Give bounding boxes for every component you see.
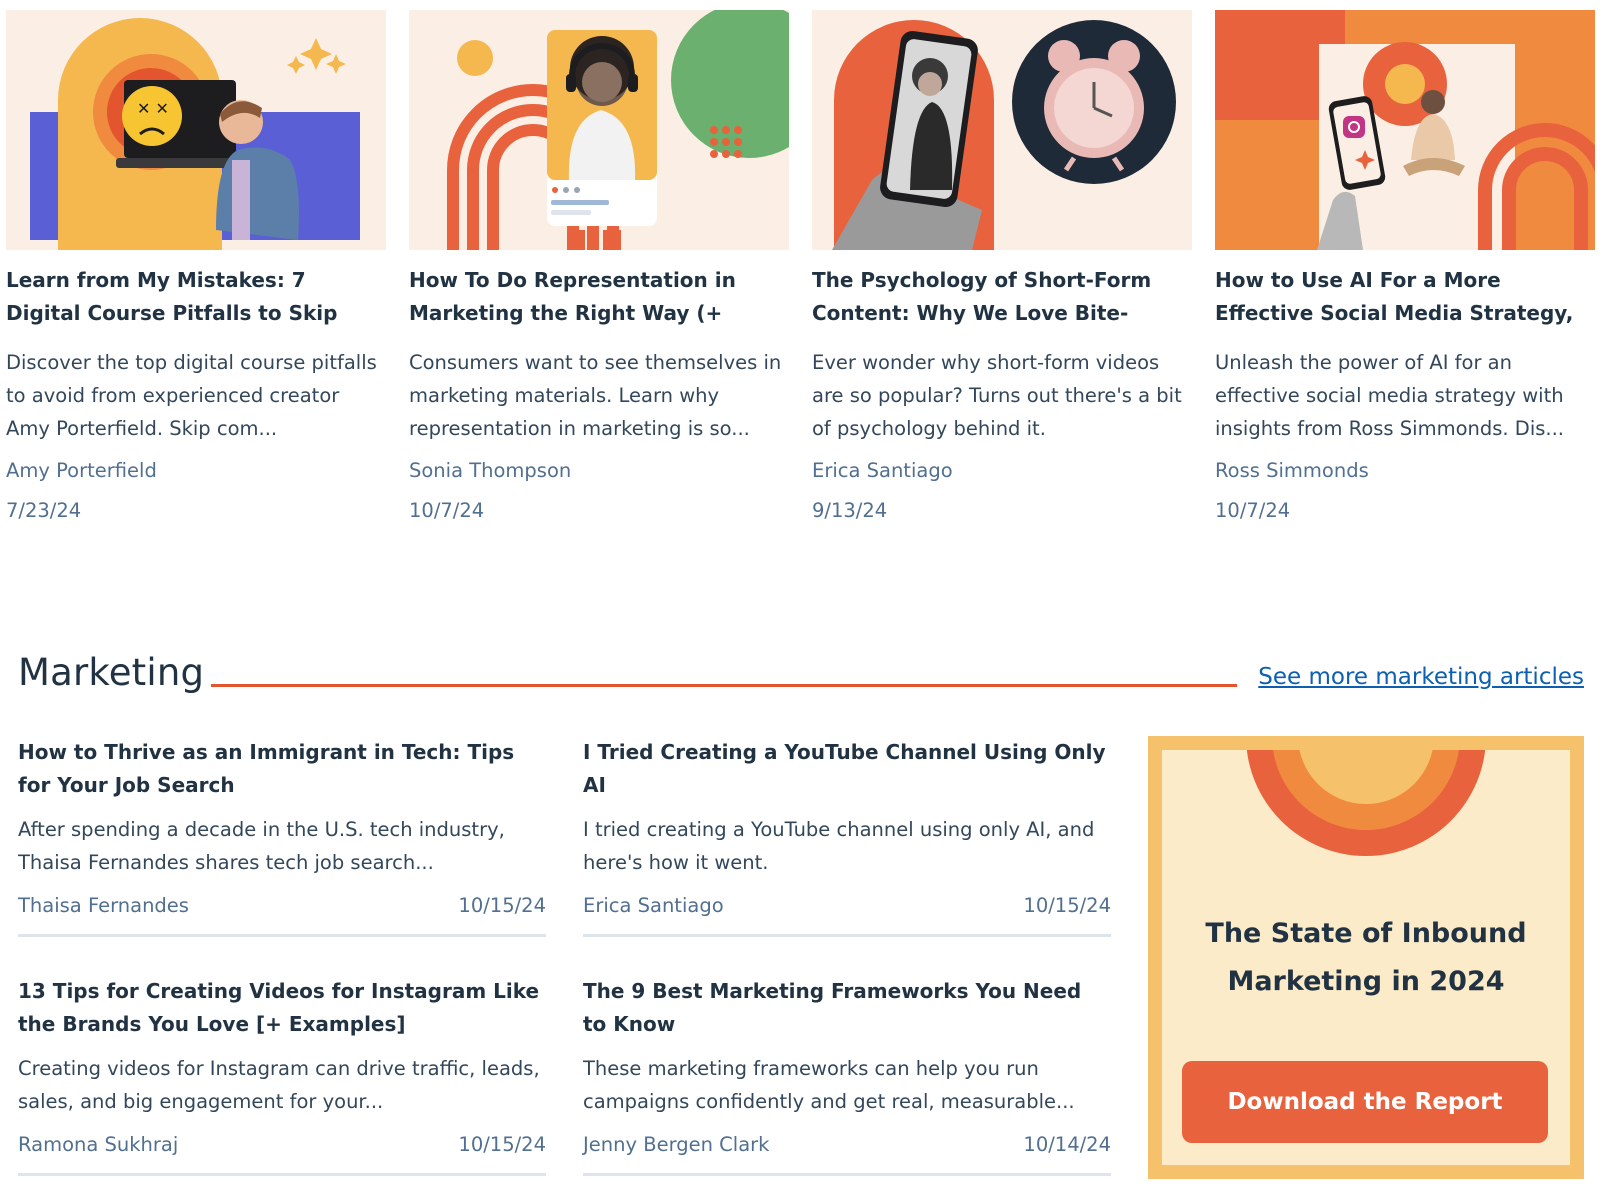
marketing-article[interactable]: I Tried Creating a YouTube Channel Using… xyxy=(583,736,1111,937)
article-description: After spending a decade in the U.S. tech… xyxy=(18,818,505,874)
article-meta: Erica Santiago 10/15/24 xyxy=(583,892,1111,920)
card-description: Discover the top digital course pitfalls… xyxy=(6,351,377,440)
article-card[interactable]: How To Do Representation in Marketing th… xyxy=(409,10,789,525)
promo-title: The State of Inbound Marketing in 2024 xyxy=(1205,918,1527,997)
card-title[interactable]: Learn from My Mistakes: 7 Digital Course… xyxy=(6,264,386,330)
section-title: Marketing xyxy=(18,651,205,694)
card-date: 7/23/24 xyxy=(6,499,82,522)
marketing-article[interactable]: How to Thrive as an Immigrant in Tech: T… xyxy=(18,736,546,937)
card-author[interactable]: Sonia Thompson xyxy=(409,457,789,485)
card-title[interactable]: How To Do Representation in Marketing th… xyxy=(409,264,789,330)
article-meta: Ramona Sukhraj 10/15/24 xyxy=(18,1131,546,1159)
marketing-section-header: Marketing See more marketing articles xyxy=(18,648,1584,698)
card-thumbnail-phone-alarm-clock[interactable] xyxy=(812,10,1192,250)
article-date: 10/15/24 xyxy=(1023,894,1111,917)
card-thumbnail-headphones-phone[interactable] xyxy=(409,10,789,250)
card-date: 10/7/24 xyxy=(409,499,485,522)
article-divider xyxy=(18,934,546,937)
card-title[interactable]: The Psychology of Short-Form Content: Wh… xyxy=(812,264,1192,330)
article-title[interactable]: How to Thrive as an Immigrant in Tech: T… xyxy=(18,736,546,802)
article-title[interactable]: 13 Tips for Creating Videos for Instagra… xyxy=(18,975,546,1041)
article-author[interactable]: Thaisa Fernandes xyxy=(18,892,189,920)
report-promo-card: The State of Inbound Marketing in 2024 D… xyxy=(1148,736,1584,1179)
card-description: Consumers want to see themselves in mark… xyxy=(409,351,782,440)
marketing-article[interactable]: The 9 Best Marketing Frameworks You Need… xyxy=(583,975,1111,1176)
card-thumbnail-laptop-frown[interactable]: ✕ ✕ xyxy=(6,10,386,250)
card-author[interactable]: Ross Simmonds xyxy=(1215,457,1595,485)
article-description: These marketing frameworks can help you … xyxy=(583,1057,1075,1113)
article-divider xyxy=(18,1173,546,1176)
card-description: Unleash the power of AI for an effective… xyxy=(1215,351,1564,440)
svg-text:✕ ✕: ✕ ✕ xyxy=(137,99,169,118)
article-card[interactable]: How to Use AI For a More Effective Socia… xyxy=(1215,10,1595,525)
article-title[interactable]: The 9 Best Marketing Frameworks You Need… xyxy=(583,975,1111,1041)
article-date: 10/15/24 xyxy=(458,894,546,917)
article-divider xyxy=(583,1173,1111,1176)
article-card[interactable]: The Psychology of Short-Form Content: Wh… xyxy=(812,10,1192,525)
article-divider xyxy=(583,934,1111,937)
card-title[interactable]: How to Use AI For a More Effective Socia… xyxy=(1215,264,1595,330)
section-divider xyxy=(211,684,1237,687)
card-date: 9/13/24 xyxy=(812,499,888,522)
article-meta: Jenny Bergen Clark 10/14/24 xyxy=(583,1131,1111,1159)
card-thumbnail-instagram-phone[interactable] xyxy=(1215,10,1595,250)
card-author[interactable]: Erica Santiago xyxy=(812,457,1192,485)
article-description: I tried creating a YouTube channel using… xyxy=(583,818,1095,874)
card-date: 10/7/24 xyxy=(1215,499,1291,522)
see-more-marketing-link[interactable]: See more marketing articles xyxy=(1258,662,1584,692)
featured-cards: ✕ ✕ Learn from My Mistakes: 7 Digital Co… xyxy=(0,0,1600,540)
article-meta: Thaisa Fernandes 10/15/24 xyxy=(18,892,546,920)
article-date: 10/14/24 xyxy=(1023,1133,1111,1156)
article-card[interactable]: ✕ ✕ Learn from My Mistakes: 7 Digital Co… xyxy=(6,10,386,525)
article-author[interactable]: Jenny Bergen Clark xyxy=(583,1131,769,1159)
marketing-article[interactable]: 13 Tips for Creating Videos for Instagra… xyxy=(18,975,546,1176)
article-title[interactable]: I Tried Creating a YouTube Channel Using… xyxy=(583,736,1111,802)
card-author[interactable]: Amy Porterfield xyxy=(6,457,386,485)
article-description: Creating videos for Instagram can drive … xyxy=(18,1057,540,1113)
article-author[interactable]: Ramona Sukhraj xyxy=(18,1131,178,1159)
article-author[interactable]: Erica Santiago xyxy=(583,892,724,920)
card-description: Ever wonder why short-form videos are so… xyxy=(812,351,1182,440)
download-report-button[interactable]: Download the Report xyxy=(1182,1061,1548,1143)
promo-arc-illustration xyxy=(1246,750,1486,856)
article-date: 10/15/24 xyxy=(458,1133,546,1156)
